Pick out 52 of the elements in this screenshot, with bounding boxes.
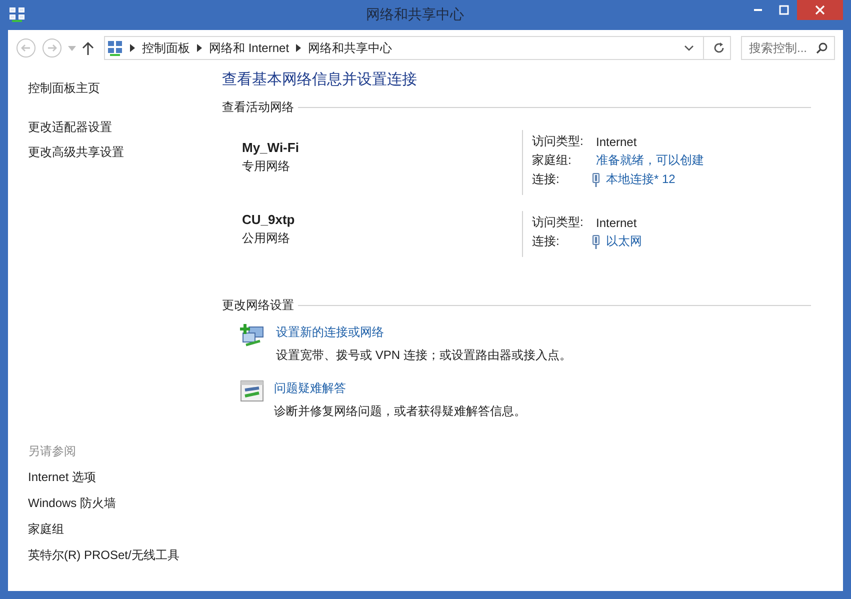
breadcrumb-item[interactable]: 网络和 Internet bbox=[209, 40, 290, 56]
search-icon[interactable] bbox=[816, 42, 828, 54]
network-type: 专用网络 bbox=[242, 158, 291, 175]
network-name: My_Wi-Fi bbox=[242, 140, 300, 155]
task-description: 设置宽带、拨号或 VPN 连接；或设置路由器或接入点。 bbox=[276, 347, 572, 364]
close-icon bbox=[815, 5, 825, 15]
property-label: 访问类型: bbox=[532, 133, 584, 150]
chevron-down-icon[interactable] bbox=[684, 45, 694, 51]
property-label: 家庭组: bbox=[532, 152, 572, 169]
minimize-icon bbox=[754, 9, 762, 11]
section-heading: 更改网络设置 bbox=[222, 297, 294, 314]
breadcrumb-arrow-icon bbox=[197, 44, 202, 52]
property-label: 连接: bbox=[532, 171, 560, 188]
refresh-icon[interactable] bbox=[713, 42, 725, 54]
sidebar-link[interactable]: 更改适配器设置 bbox=[28, 119, 222, 136]
network-app-icon bbox=[9, 7, 25, 23]
property-label: 连接: bbox=[532, 233, 560, 250]
address-bar[interactable]: 控制面板 网络和 Internet 网络和共享中心 bbox=[104, 36, 731, 60]
new-network-icon bbox=[240, 324, 266, 348]
close-button[interactable] bbox=[797, 0, 843, 20]
see-also-link[interactable]: Windows 防火墙 bbox=[28, 495, 222, 512]
sidebar-link[interactable]: 更改高级共享设置 bbox=[28, 144, 222, 161]
network-name: CU_9xtp bbox=[242, 212, 296, 226]
homegroup-link[interactable]: 准备就绪，可以创建 bbox=[596, 152, 704, 169]
page-heading: 查看基本网络信息并设置连接 bbox=[222, 70, 418, 89]
property-value: Internet bbox=[596, 216, 637, 230]
troubleshoot-icon bbox=[240, 380, 264, 402]
see-also-link[interactable]: 英特尔(R) PROSet/无线工具 bbox=[28, 547, 222, 564]
section-heading: 查看活动网络 bbox=[222, 99, 294, 116]
task-description: 诊断并修复网络问题，或者获得疑难解答信息。 bbox=[274, 403, 526, 420]
see-also-link[interactable]: Internet 选项 bbox=[28, 469, 222, 486]
search-field[interactable]: 搜索控制... bbox=[741, 36, 835, 60]
sidebar-link[interactable]: 控制面板主页 bbox=[28, 80, 222, 97]
property-label: 访问类型: bbox=[532, 214, 584, 231]
network-type: 公用网络 bbox=[242, 230, 291, 246]
breadcrumb-item[interactable]: 控制面板 bbox=[142, 40, 190, 56]
breadcrumb-arrow-icon bbox=[296, 44, 302, 52]
maximize-icon bbox=[779, 5, 789, 15]
see-also-heading: 另请参阅 bbox=[28, 443, 77, 460]
breadcrumb-arrow-icon bbox=[130, 44, 135, 52]
control-panel-icon bbox=[107, 40, 123, 56]
task-link[interactable]: 设置新的连接或网络 bbox=[276, 324, 572, 341]
adapter-icon bbox=[592, 234, 600, 248]
property-value: Internet bbox=[596, 134, 637, 148]
connection-link[interactable]: 以太网 bbox=[606, 233, 642, 250]
see-also-link[interactable]: 家庭组 bbox=[28, 521, 222, 538]
up-arrow-icon[interactable] bbox=[82, 41, 94, 55]
connection-link[interactable]: 本地连接* 12 bbox=[606, 171, 676, 188]
window-title: 网络和共享中心 bbox=[365, 6, 464, 24]
task-link[interactable]: 问题疑难解答 bbox=[274, 380, 526, 397]
adapter-icon bbox=[592, 172, 600, 186]
breadcrumb-item[interactable]: 网络和共享中心 bbox=[308, 40, 392, 56]
